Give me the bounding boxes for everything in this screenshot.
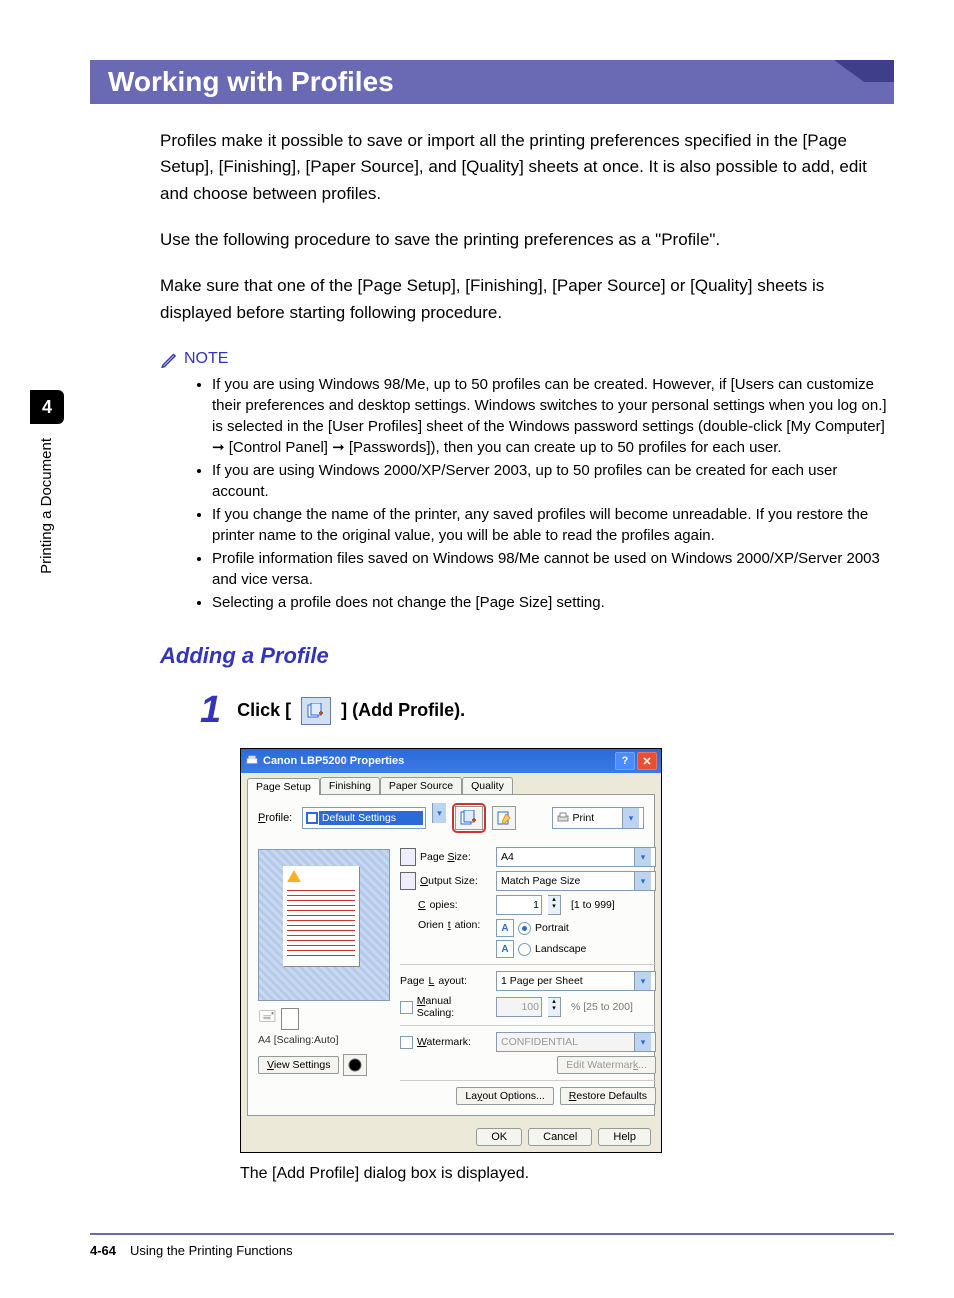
manual-scaling-label: Manual Scaling: xyxy=(417,995,490,1019)
printer-icon xyxy=(245,754,259,768)
scaling-range: % [25 to 200] xyxy=(571,1001,633,1013)
view-settings-button[interactable]: View Settings xyxy=(258,1056,339,1074)
page-size-label: Page Size: xyxy=(420,851,471,863)
step-text-pre: Click [ xyxy=(237,700,291,721)
output-size-select[interactable]: Match Page Size ▾ xyxy=(496,871,656,891)
ok-button[interactable]: OK xyxy=(476,1128,522,1146)
chapter-tab: 4 xyxy=(30,390,64,424)
page-title: Working with Profiles xyxy=(90,60,894,104)
watermark-label: Watermark: xyxy=(417,1036,471,1048)
page-preview xyxy=(258,849,390,1001)
edit-watermark-button: Edit Watermark... xyxy=(557,1056,656,1074)
add-profile-icon xyxy=(301,697,331,725)
scaling-input: 100 xyxy=(496,997,542,1017)
copies-spinner[interactable]: ▴▾ xyxy=(548,895,561,915)
layout-options-button[interactable]: Layout Options... xyxy=(456,1087,553,1105)
scaling-spinner: ▴▾ xyxy=(548,997,561,1017)
add-profile-button[interactable] xyxy=(455,806,483,830)
properties-dialog: Canon LBP5200 Properties ? ✕ Page Setup … xyxy=(240,748,662,1153)
note-item: Profile information files saved on Windo… xyxy=(212,548,894,590)
copies-range: [1 to 999] xyxy=(571,899,615,911)
page-size-icon xyxy=(400,848,416,866)
help-button[interactable]: ? xyxy=(615,752,635,770)
body-paragraph: Make sure that one of the [Page Setup], … xyxy=(160,273,894,326)
note-item: If you are using Windows 98/Me, up to 50… xyxy=(212,374,894,458)
dropdown-arrow-icon: ▾ xyxy=(622,808,639,828)
color-wheel-button[interactable] xyxy=(343,1054,367,1076)
body-paragraph: Use the following procedure to save the … xyxy=(160,227,894,253)
preview-stamp-icon: 🖃 xyxy=(258,1005,277,1032)
watermark-checkbox[interactable] xyxy=(400,1036,413,1049)
manual-scaling-checkbox[interactable] xyxy=(400,1001,413,1014)
step-result-text: The [Add Profile] dialog box is displaye… xyxy=(240,1165,894,1183)
profile-select[interactable]: Default Settings xyxy=(302,807,426,829)
landscape-label: Landscape xyxy=(535,943,586,955)
preview-page-icon xyxy=(281,1008,299,1030)
dropdown-arrow-icon: ▾ xyxy=(634,848,651,866)
section-heading: Adding a Profile xyxy=(160,643,894,669)
dropdown-arrow-icon: ▾ xyxy=(634,1033,651,1051)
note-item: If you change the name of the printer, a… xyxy=(212,504,894,546)
edit-profile-button[interactable] xyxy=(492,806,515,830)
note-icon xyxy=(160,350,178,368)
tab-finishing[interactable]: Finishing xyxy=(320,777,380,794)
step-number: 1 xyxy=(200,689,221,732)
step-text-post: ] (Add Profile). xyxy=(341,700,465,721)
tab-quality[interactable]: Quality xyxy=(462,777,513,794)
output-size-label: Output Size: xyxy=(420,875,478,887)
portrait-icon: A xyxy=(496,919,514,937)
dialog-title: Canon LBP5200 Properties xyxy=(263,755,404,767)
profile-dropdown-arrow[interactable]: ▾ xyxy=(432,803,446,823)
restore-defaults-button[interactable]: Restore Defaults xyxy=(560,1087,656,1105)
copies-input[interactable]: 1 xyxy=(496,895,542,915)
cancel-button[interactable]: Cancel xyxy=(528,1128,592,1146)
dropdown-arrow-icon: ▾ xyxy=(634,872,651,890)
note-item: If you are using Windows 2000/XP/Server … xyxy=(212,460,894,502)
dropdown-arrow-icon: ▾ xyxy=(634,972,651,990)
note-item: Selecting a profile does not change the … xyxy=(212,592,894,613)
output-size-icon xyxy=(400,872,416,890)
running-header: Printing a Document xyxy=(30,430,63,582)
profile-label: Profile: xyxy=(258,812,296,824)
add-profile-highlight xyxy=(452,803,486,833)
print-icon xyxy=(557,812,569,824)
copies-label: Copies: xyxy=(400,899,490,911)
page-number: 4-64 xyxy=(90,1243,116,1258)
close-button[interactable]: ✕ xyxy=(637,752,657,770)
profile-icon xyxy=(305,811,319,825)
footer-section: Using the Printing Functions xyxy=(130,1243,293,1258)
body-paragraph: Profiles make it possible to save or imp… xyxy=(160,128,894,207)
tab-paper-source[interactable]: Paper Source xyxy=(380,777,462,794)
portrait-radio[interactable] xyxy=(518,922,531,935)
portrait-label: Portrait xyxy=(535,922,569,934)
page-size-select[interactable]: A4 ▾ xyxy=(496,847,656,867)
help-button[interactable]: Help xyxy=(598,1128,651,1146)
tab-page-setup[interactable]: Page Setup xyxy=(247,778,320,795)
landscape-icon: A xyxy=(496,940,514,958)
orientation-label: Orientation: xyxy=(400,919,490,931)
note-label: NOTE xyxy=(184,350,228,368)
page-layout-label: Page Layout: xyxy=(400,975,490,987)
landscape-radio[interactable] xyxy=(518,943,531,956)
preview-caption: A4 [Scaling:Auto] xyxy=(258,1034,390,1046)
output-method-select[interactable]: Print ▾ xyxy=(552,807,644,829)
watermark-select: CONFIDENTIAL ▾ xyxy=(496,1032,656,1052)
note-list: If you are using Windows 98/Me, up to 50… xyxy=(160,374,894,613)
page-layout-select[interactable]: 1 Page per Sheet ▾ xyxy=(496,971,656,991)
